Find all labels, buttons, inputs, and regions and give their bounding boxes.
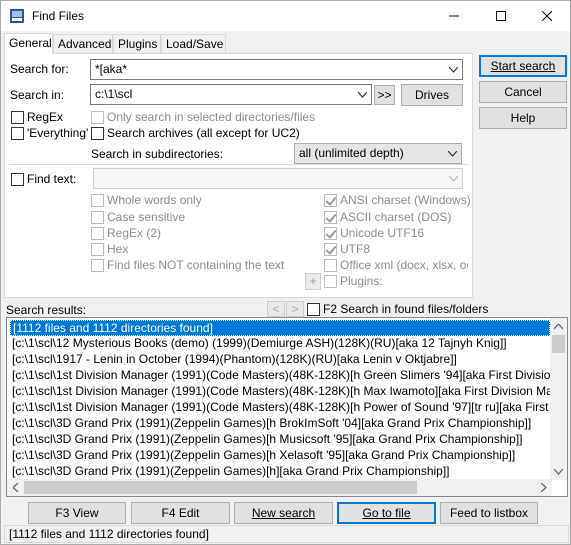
whole-words-label: Whole words only (107, 193, 202, 207)
regex-checkbox[interactable] (11, 111, 24, 124)
utf8-checkbox[interactable] (324, 243, 337, 256)
next-result-button[interactable]: > (286, 301, 304, 317)
list-item[interactable]: [c:\1\scl\3D Grand Prix (1991)(Zeppelin … (10, 432, 523, 448)
help-button[interactable]: Help (479, 107, 567, 129)
plugins-checkbox[interactable] (324, 275, 337, 288)
only-selected-checkbox[interactable] (91, 111, 104, 124)
title-bar: Find Files (1, 1, 570, 31)
search-in-combo[interactable]: c:\1\scl (90, 84, 372, 105)
browse-arrows-button[interactable]: >> (374, 85, 395, 105)
regex-label: RegEx (27, 110, 64, 124)
scroll-left-icon[interactable] (7, 479, 24, 496)
horizontal-scroll-thumb[interactable] (24, 481, 417, 494)
search-in-value: c:\1\scl (95, 87, 133, 101)
case-sensitive-checkbox[interactable] (91, 211, 104, 224)
office-xml-checkbox[interactable] (324, 259, 337, 272)
subdirs-select[interactable]: all (unlimited depth) (294, 143, 462, 164)
list-item[interactable]: [c:\1\scl\3D Grand Prix (1991)(Zeppelin … (10, 448, 515, 464)
subdirs-label: Search in subdirectories: (91, 147, 224, 161)
f4-edit-button[interactable]: F4 Edit (131, 502, 230, 524)
list-item[interactable]: [c:\1\scl\1st Division Manager (1991)(Co… (10, 368, 567, 384)
not-containing-label: Find files NOT containing the text (107, 258, 285, 272)
ascii-checkbox[interactable] (324, 211, 337, 224)
f2-search-found-checkbox[interactable] (307, 303, 320, 316)
maximize-icon (496, 8, 506, 24)
ansi-checkbox[interactable] (324, 194, 337, 207)
list-item[interactable]: [c:\1\scl\1917 - Lenin in October (1994)… (10, 352, 457, 368)
search-results-label: Search results: (6, 303, 87, 317)
search-in-label: Search in: (10, 88, 65, 102)
find-text-label: Find text: (27, 172, 77, 186)
tab-plugins[interactable]: Plugins (113, 34, 161, 53)
chevron-down-icon[interactable] (444, 144, 461, 163)
list-item[interactable]: [c:\1\scl\1st Division Manager (1991)(Co… (10, 384, 567, 400)
cancel-button[interactable]: Cancel (479, 81, 567, 103)
case-sensitive-label: Case sensitive (107, 210, 186, 224)
search-archives-label: Search archives (all except for UC2) (107, 126, 300, 140)
office-xml-label: Office xml (docx, xlsx, odt e (340, 258, 468, 272)
start-search-button[interactable]: Start search (479, 55, 567, 77)
tab-general[interactable]: General (4, 33, 53, 54)
vertical-scrollbar[interactable] (550, 318, 567, 480)
plugins-label: Plugins: (340, 274, 383, 288)
chevron-down-icon[interactable] (354, 85, 371, 104)
minimize-icon (449, 8, 459, 24)
separator (9, 164, 469, 165)
text-regex-checkbox[interactable] (91, 227, 104, 240)
list-item[interactable]: [c:\1\scl\1st Division Manager (1991)(Co… (10, 400, 567, 416)
find-files-app-icon (9, 8, 25, 24)
f2-search-found-label: F2 Search in found files/folders (323, 302, 489, 316)
minimize-button[interactable] (431, 1, 477, 31)
chevron-down-icon[interactable] (445, 60, 462, 79)
utf16-checkbox[interactable] (324, 227, 337, 240)
tab-advanced[interactable]: Advanced (53, 34, 113, 53)
search-for-value: *[aka* (95, 62, 128, 76)
close-button[interactable] (524, 1, 570, 31)
chevron-down-icon[interactable] (445, 169, 462, 188)
f3-view-button[interactable]: F3 View (28, 502, 126, 524)
new-search-button[interactable]: New search (234, 502, 333, 524)
utf16-label: Unicode UTF16 (340, 226, 425, 240)
list-item[interactable]: [1112 files and 1112 directories found] (10, 320, 550, 336)
search-for-label: Search for: (10, 62, 69, 76)
list-item[interactable]: [c:\1\scl\12 Mysterious Books (demo) (19… (10, 336, 507, 352)
ascii-label: ASCII charset (DOS) (340, 210, 452, 224)
everything-checkbox[interactable] (11, 127, 24, 140)
general-panel: Search for: *[aka* Search in: c:\1\scl >… (4, 53, 473, 298)
go-to-file-button[interactable]: Go to file (337, 502, 436, 524)
utf8-label: UTF8 (340, 242, 370, 256)
hex-label: Hex (107, 242, 129, 256)
status-text: [1112 files and 1112 directories found] (9, 527, 209, 541)
feed-to-listbox-button[interactable]: Feed to listbox (440, 502, 538, 524)
maximize-button[interactable] (478, 1, 524, 31)
status-bar: [1112 files and 1112 directories found] (4, 525, 569, 543)
only-selected-label: Only search in selected directories/file… (107, 110, 316, 124)
hex-checkbox[interactable] (91, 243, 104, 256)
plugins-plus-button[interactable]: + (305, 273, 321, 290)
find-text-checkbox[interactable] (11, 173, 24, 186)
scroll-right-icon[interactable] (535, 479, 552, 496)
subdirs-value: all (unlimited depth) (299, 146, 404, 160)
drives-button[interactable]: Drives (401, 84, 463, 106)
find-text-combo[interactable] (93, 168, 463, 189)
search-for-combo[interactable]: *[aka* (90, 59, 463, 80)
ansi-label: ANSI charset (Windows) (340, 193, 471, 207)
list-item[interactable]: [c:\1\scl\3D Grand Prix (1991)(Zeppelin … (10, 464, 450, 480)
text-regex-label: RegEx (2) (107, 226, 162, 240)
scroll-down-icon[interactable] (550, 463, 567, 480)
search-archives-checkbox[interactable] (91, 127, 104, 140)
vertical-scroll-thumb[interactable] (552, 335, 565, 353)
list-item[interactable]: [c:\1\scl\3D Grand Prix (1991)(Zeppelin … (10, 416, 531, 432)
find-files-window: Find Files General Advanced Plugins Load… (0, 0, 571, 545)
everything-label: 'Everything' (27, 126, 89, 140)
whole-words-checkbox[interactable] (91, 194, 104, 207)
close-icon (541, 8, 553, 24)
prev-result-button[interactable]: < (267, 301, 285, 317)
not-containing-checkbox[interactable] (91, 259, 104, 272)
scroll-up-icon[interactable] (550, 318, 567, 335)
window-title: Find Files (32, 9, 85, 23)
horizontal-scrollbar[interactable] (7, 479, 552, 496)
tab-load-save[interactable]: Load/Save (161, 34, 226, 53)
results-listbox[interactable]: [1112 files and 1112 directories found] … (6, 317, 568, 497)
